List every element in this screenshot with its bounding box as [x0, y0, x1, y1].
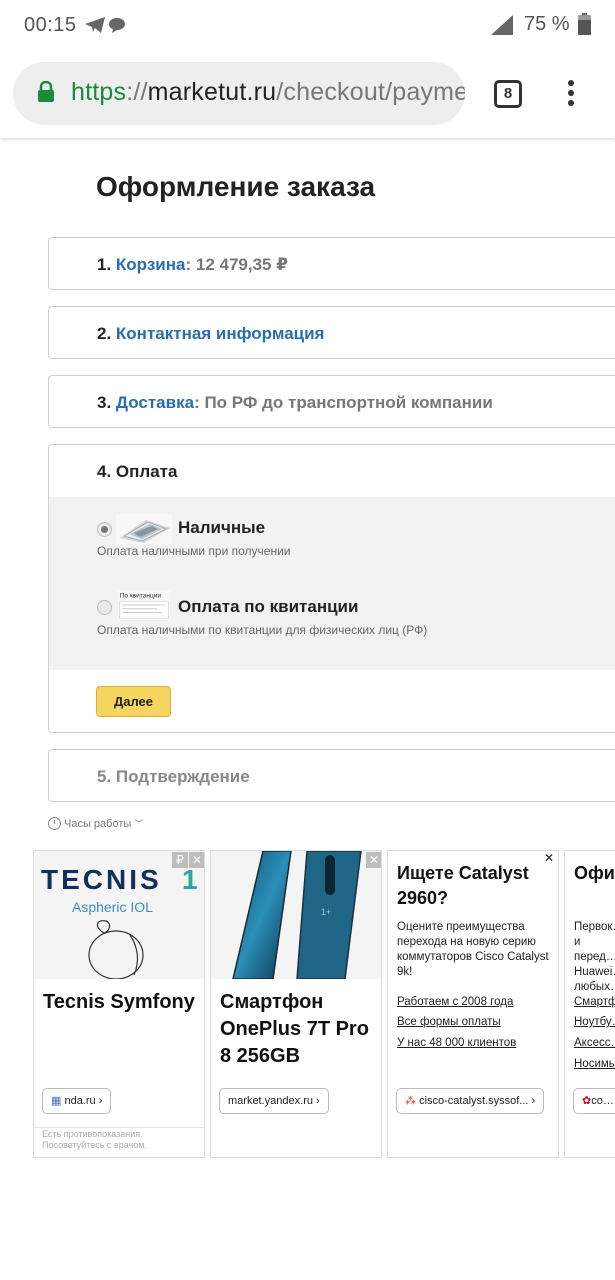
ad-link[interactable]: Все формы оплаты	[397, 1016, 501, 1028]
cash-banknotes-icon	[116, 514, 172, 544]
payment-receipt-desc: Оплата наличными по квитанции для физиче…	[97, 623, 428, 637]
address-bar[interactable]: https://marketut.ru/checkout/payment	[13, 62, 465, 125]
payment-receipt-radio[interactable]	[97, 600, 112, 615]
svg-text:Aspheric IOL: Aspheric IOL	[72, 899, 153, 915]
working-hours-toggle[interactable]: Часы работы ﹀	[48, 817, 143, 830]
ad-card-cisco[interactable]: Ищете Catalyst 2960? ✕ Оцените преимущес…	[387, 850, 559, 1158]
step-confirmation-header: 5. Подтверждение	[97, 767, 250, 786]
battery-icon	[578, 13, 591, 35]
delivery-link[interactable]: Доставка	[116, 393, 194, 412]
ad-link[interactable]: У нас 48 000 клиентов	[397, 1037, 516, 1049]
ad-domain-chip[interactable]: ✿co…	[573, 1088, 615, 1114]
chevron-down-icon: ﹀	[134, 819, 144, 829]
payment-options: Наличные Оплата наличными при получении …	[49, 497, 615, 670]
delivery-method: По РФ до транспортной компании	[199, 393, 493, 412]
cart-link[interactable]: Корзина	[116, 255, 186, 274]
svg-text:1: 1	[182, 864, 198, 895]
huawei-logo-icon: ✿	[582, 1095, 592, 1107]
payment-receipt-title[interactable]: Оплата по квитанции	[178, 597, 358, 617]
ad-link[interactable]: Смартф…	[574, 996, 615, 1008]
step-delivery-header: 3. Доставка: По РФ до транспортной компа…	[97, 393, 493, 412]
battery-percent: 75 %	[524, 13, 570, 35]
step-cart[interactable]: 1. Корзина: 12 479,35 ₽	[48, 237, 615, 290]
svg-text:TECNIS: TECNIS	[41, 864, 162, 895]
ad-domain-chip[interactable]: ▦ nda.ru ›	[42, 1088, 112, 1114]
cisco-logo-icon: ⁂	[405, 1095, 420, 1107]
contact-info-link[interactable]: Контактная информация	[116, 324, 325, 343]
page-title: Оформление заказа	[96, 171, 376, 202]
ad-card-huawei[interactable]: Офи… мага… Первок… и перед… Huawei… любы…	[564, 850, 615, 1158]
ad-close-icon[interactable]: ✕	[366, 852, 381, 868]
step-payment-header: 4. Оплата	[97, 462, 178, 481]
ad-link[interactable]: Аксесс…	[574, 1037, 615, 1049]
ad-domain-chip[interactable]: ⁂ cisco-catalyst.syssof... ›	[396, 1088, 545, 1114]
browser-toolbar: https://marketut.ru/checkout/payment 8	[0, 50, 615, 138]
ad-domain-chip[interactable]: market.yandex.ru ›	[219, 1088, 329, 1114]
step-contact-header: 2. Контактная информация	[97, 324, 325, 343]
step-contact[interactable]: 2. Контактная информация	[48, 306, 615, 359]
svg-text:1+: 1+	[321, 907, 331, 917]
svg-text:По квитанции: По квитанции	[120, 593, 162, 600]
payment-cash-radio[interactable]	[97, 522, 112, 537]
ad-disclaimer: Есть противопоказания. Посоветуйтесь с вр…	[42, 1129, 147, 1150]
step-delivery[interactable]: 3. Доставка: По РФ до транспортной компа…	[48, 375, 615, 428]
ad-link[interactable]: Носимы…	[574, 1058, 615, 1070]
payment-cash-desc: Оплата наличными при получении	[97, 544, 291, 558]
next-button[interactable]: Далее	[96, 686, 171, 717]
ad-card-oneplus[interactable]: 1+ ✕ Смартфон OnePlus 7T Pro 8 256GB mar…	[210, 850, 382, 1158]
ad-link[interactable]: Работаем с 2008 года	[397, 996, 513, 1008]
globe-icon: ▦	[51, 1095, 65, 1107]
status-time: 00:15	[24, 14, 77, 36]
telegram-icon	[85, 17, 105, 33]
ad-close-icon[interactable]: ✕	[189, 852, 204, 868]
divider	[34, 1127, 204, 1128]
receipt-icon: По квитанции	[117, 590, 171, 620]
step-confirmation: 5. Подтверждение	[48, 749, 615, 802]
signal-icon	[491, 15, 513, 35]
tab-switcher-button[interactable]: 8	[494, 80, 522, 108]
ad-image-smartphone: 1+	[211, 851, 381, 979]
ad-text: Оцените преимущества перехода на новую с…	[397, 921, 549, 978]
ad-image-lens: TECNIS 1 Aspheric IOL	[34, 851, 204, 979]
url-text: https://marketut.ru/checkout/payment	[71, 78, 465, 106]
clock-icon	[48, 817, 61, 830]
status-bar: 00:15 75 %	[0, 0, 615, 50]
ad-title[interactable]: Смартфон OnePlus 7T Pro 8 256GB	[220, 989, 380, 1070]
ad-heading[interactable]: Офи… мага…	[574, 861, 614, 886]
payment-cash-title[interactable]: Наличные	[178, 518, 265, 538]
more-menu-icon[interactable]	[566, 80, 576, 110]
cart-total: 12 479,35 ₽	[191, 255, 289, 274]
lock-icon	[38, 81, 54, 102]
ad-heading[interactable]: Ищете Catalyst 2960?	[397, 861, 547, 911]
ad-card-tecnis[interactable]: TECNIS 1 Aspheric IOL ₽ ✕ Tecnis Symfony…	[33, 850, 205, 1158]
ad-title[interactable]: Tecnis Symfony	[43, 989, 195, 1016]
ad-link[interactable]: Ноутбу…	[574, 1016, 615, 1028]
ad-text: Первок… и перед… Huawei… любых…	[574, 921, 615, 993]
ad-badge: ₽	[172, 852, 188, 868]
message-icon	[109, 18, 125, 33]
step-cart-header: 1. Корзина: 12 479,35 ₽	[97, 255, 289, 274]
ad-close-icon[interactable]: ✕	[544, 851, 554, 865]
